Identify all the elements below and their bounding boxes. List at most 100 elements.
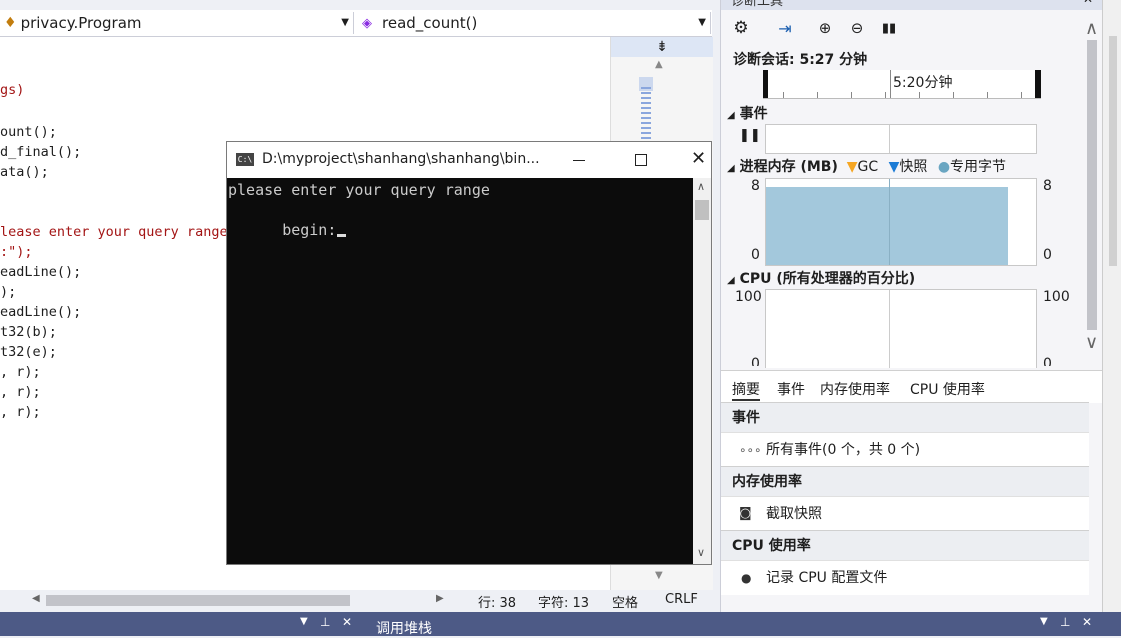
memory-axis-min-left: 0 [751, 247, 760, 263]
memory-axis-max-right: 8 [1043, 178, 1052, 194]
pin-icon[interactable]: ⊥ [1060, 615, 1070, 629]
code-line: , r); [0, 364, 41, 380]
scroll-thumb[interactable] [1087, 40, 1097, 330]
scroll-down-icon[interactable]: ▼ [655, 570, 663, 581]
private-bytes-marker-icon: ● [937, 159, 951, 175]
cpu-graph[interactable] [765, 289, 1037, 368]
camera-icon: ◙ [739, 506, 752, 521]
tab-summary[interactable]: 摘要 [732, 379, 760, 401]
close-icon: ✕ [691, 148, 707, 169]
scroll-up-icon[interactable]: ∧ [697, 180, 705, 193]
status-line[interactable]: 行: 38 [478, 592, 516, 611]
call-stack-tab[interactable]: 调用堆栈 [376, 618, 432, 638]
take-snapshot-item[interactable]: ◙ 截取快照 [721, 496, 1089, 531]
chevron-down-icon: ▼ [698, 17, 706, 28]
pause-button[interactable]: ❚❚ [739, 128, 761, 143]
export-button[interactable]: ⇥ [773, 16, 797, 40]
close-icon[interactable]: ✕ [1082, 615, 1092, 629]
split-handle-icon[interactable]: ⇟ [611, 37, 713, 57]
code-line: , r); [0, 384, 41, 400]
scroll-left-icon[interactable]: ◀ [32, 593, 40, 604]
diag-upper-scrollbar[interactable]: ∧ ∨ [1083, 18, 1101, 368]
class-dropdown[interactable]: ♦ privacy.Program ▼ [0, 12, 354, 34]
console-title: D:\myproject\shanhang\shanhang\bin... [262, 151, 540, 167]
reset-view-button[interactable]: ▮▮ [877, 16, 901, 40]
cpu-list-header: CPU 使用率 [721, 530, 1089, 560]
diagnostics-panel: 诊断工具 ✕ ⚙ ⇥ ⊕ ⊖ ▮▮ 诊断会话: 5:27 分钟 5:20分钟 ◢… [720, 0, 1103, 612]
scroll-up-icon[interactable]: ∧ [1085, 18, 1098, 39]
events-section-title[interactable]: ◢ 事件 [727, 103, 768, 123]
horizontal-scrollbar[interactable] [46, 595, 350, 606]
code-line: eadLine(); [0, 264, 82, 280]
console-title-bar[interactable]: C:\ D:\myproject\shanhang\shanhang\bin..… [227, 142, 711, 178]
member-dropdown[interactable]: ◈ read_count() ▼ [356, 12, 711, 34]
diagnostics-toolbar: ⚙ ⇥ ⊕ ⊖ ▮▮ [721, 12, 1103, 42]
gc-legend: ▼GC [846, 159, 879, 175]
minimize-button[interactable] [565, 148, 593, 172]
cpu-section-title[interactable]: ◢ CPU (所有处理器的百分比) [727, 268, 915, 288]
snapshot-legend: ▼快照 [888, 159, 928, 175]
gear-icon: ⚙ [733, 18, 749, 38]
pause-icon: ❚❚ [739, 128, 761, 143]
console-line: begin: [228, 200, 347, 260]
timeline-label: 5:20分钟 [893, 75, 953, 91]
close-icon[interactable]: ✕ [342, 615, 352, 629]
timeline-end-marker[interactable] [1035, 70, 1041, 98]
scroll-down-icon[interactable]: ∨ [697, 546, 705, 559]
zoom-in-button[interactable]: ⊕ [813, 16, 837, 40]
close-button[interactable]: ✕ [685, 148, 711, 172]
text-cursor [337, 234, 347, 237]
editor-navigation-bar: ♦ privacy.Program ▼ ◈ read_count() ▼ [0, 10, 712, 37]
events-graph[interactable] [765, 124, 1037, 154]
settings-button[interactable]: ⚙ [729, 16, 753, 40]
scroll-thumb[interactable] [695, 200, 709, 220]
export-icon: ⇥ [778, 18, 792, 38]
console-app-icon: C:\ [236, 153, 254, 166]
scroll-right-icon[interactable]: ▶ [436, 593, 444, 604]
diagnostics-title-bar[interactable]: 诊断工具 ✕ [721, 0, 1103, 10]
status-char[interactable]: 字符: 13 [538, 592, 589, 611]
console-output[interactable]: please enter your query range begin: [227, 178, 693, 564]
code-line: eadLine(); [0, 304, 82, 320]
bar-chart-icon: ▮▮ [881, 20, 897, 36]
timeline-start-marker[interactable] [763, 70, 768, 98]
minimize-icon [573, 160, 585, 161]
status-line-ending[interactable]: CRLF [665, 592, 698, 607]
dropdown-icon[interactable]: ▼ [1040, 616, 1048, 627]
memory-usage-area [766, 187, 1008, 265]
status-indent[interactable]: 空格 [612, 592, 638, 611]
zoom-out-icon: ⊖ [850, 19, 864, 37]
code-line: lease enter your query range [0, 224, 228, 240]
cpu-axis-max-right: 100 [1043, 289, 1070, 305]
record-icon: ● [741, 571, 752, 585]
console-line: please enter your query range [228, 181, 490, 199]
zoom-out-button[interactable]: ⊖ [845, 16, 869, 40]
events-list-header: 事件 [721, 402, 1089, 432]
member-dropdown-label: read_count() [382, 14, 478, 32]
memory-graph[interactable] [765, 178, 1037, 266]
dropdown-icon[interactable]: ▼ [300, 616, 308, 627]
code-line: , r); [0, 404, 41, 420]
tab-events[interactable]: 事件 [777, 379, 805, 399]
collapse-icon: ◢ [727, 163, 735, 174]
tab-memory-usage[interactable]: 内存使用率 [820, 379, 890, 399]
console-vertical-scrollbar[interactable]: ∧ ∨ [693, 178, 711, 564]
maximize-button[interactable] [627, 148, 655, 172]
memory-section-title[interactable]: ◢ 进程内存 (MB) ▼GC ▼快照 ●专用字节 [727, 156, 1006, 176]
close-icon[interactable]: ✕ [1083, 0, 1093, 6]
console-window[interactable]: C:\ D:\myproject\shanhang\shanhang\bin..… [226, 141, 712, 565]
right-edge-panel[interactable] [1102, 0, 1121, 612]
pin-icon[interactable]: ⊥ [320, 615, 330, 629]
timeline-ruler[interactable]: 5:20分钟 [763, 70, 1041, 99]
class-icon: ♦ [4, 15, 17, 31]
record-cpu-profile-item[interactable]: ● 记录 CPU 配置文件 [721, 560, 1089, 595]
tab-cpu-usage[interactable]: CPU 使用率 [910, 379, 985, 399]
scroll-down-icon[interactable]: ∨ [1085, 332, 1098, 353]
diagnostics-title: 诊断工具 [731, 0, 784, 9]
scroll-up-icon[interactable]: ▲ [655, 59, 663, 70]
all-events-item[interactable]: ∘∘∘ 所有事件(0 个，共 0 个) [721, 432, 1089, 467]
memory-list-header: 内存使用率 [721, 466, 1089, 496]
maximize-icon [635, 154, 647, 166]
method-icon: ◈ [362, 15, 372, 31]
scroll-thumb[interactable] [1109, 36, 1117, 266]
